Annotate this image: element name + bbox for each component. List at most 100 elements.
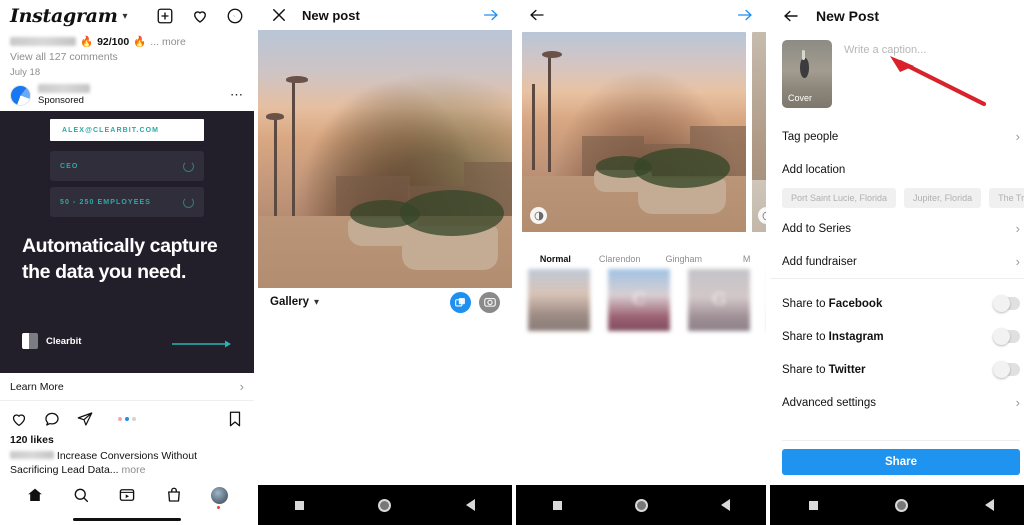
circle-icon-4[interactable] bbox=[894, 498, 908, 512]
location-chip-2[interactable]: Jupiter, Florida bbox=[904, 188, 982, 208]
share-prefix-ig: Share to bbox=[782, 330, 829, 343]
share-prefix-fb: Share to bbox=[782, 297, 829, 310]
square-icon[interactable] bbox=[295, 500, 305, 510]
advertiser-avatar[interactable] bbox=[10, 84, 31, 106]
square-icon-3[interactable] bbox=[552, 500, 562, 510]
chevron-right-icon-series: › bbox=[1015, 221, 1020, 236]
photo-carousel[interactable] bbox=[516, 30, 766, 242]
new-post-details-header: New Post bbox=[770, 0, 1024, 32]
toggle-instagram[interactable] bbox=[993, 328, 1020, 345]
advanced-settings-label: Advanced settings bbox=[782, 396, 876, 409]
back-triangle-icon[interactable] bbox=[465, 499, 475, 511]
chevron-right-icon: › bbox=[239, 379, 244, 394]
circle-icon-3[interactable] bbox=[634, 498, 648, 512]
panel-instagram-feed: Instagram ▾ 🔥 92/100 🔥 ... more View all… bbox=[0, 0, 254, 525]
row-add-fundraiser[interactable]: Add fundraiser › bbox=[770, 245, 1024, 278]
chevron-down-icon-gallery[interactable]: ▾ bbox=[314, 297, 319, 308]
more-options-icon[interactable]: ⋯ bbox=[230, 88, 244, 101]
search-icon[interactable] bbox=[72, 486, 90, 504]
heart-icon[interactable] bbox=[191, 7, 209, 25]
filter-badge-icon[interactable] bbox=[530, 207, 547, 224]
share-paperplane-icon[interactable] bbox=[76, 410, 94, 428]
row-add-location[interactable]: Add location bbox=[770, 153, 1024, 186]
home-indicator bbox=[73, 517, 181, 521]
gallery-label[interactable]: Gallery bbox=[270, 296, 309, 308]
location-chip-3[interactable]: The Treasure C bbox=[989, 188, 1024, 208]
row-advanced-settings[interactable]: Advanced settings › bbox=[770, 386, 1024, 419]
toggle-twitter[interactable] bbox=[993, 361, 1020, 378]
chevron-down-icon[interactable]: ▾ bbox=[123, 11, 128, 22]
row-share-twitter[interactable]: Share to Twitter bbox=[770, 353, 1024, 386]
view-comments-link[interactable]: View all 127 comments bbox=[10, 51, 244, 63]
comment-icon[interactable] bbox=[43, 410, 61, 428]
ad-arrow-icon bbox=[172, 340, 231, 348]
ad-creative[interactable]: ALEX@CLEARBIT.COM CEO 50 - 250 EMPLOYEES… bbox=[0, 111, 254, 373]
arrow-right-icon[interactable] bbox=[482, 6, 500, 24]
filter-thumb-clarendon[interactable]: C bbox=[608, 269, 670, 331]
blurred-username bbox=[10, 37, 76, 46]
messenger-icon[interactable] bbox=[226, 7, 244, 25]
filter-label-normal[interactable]: Normal bbox=[536, 254, 575, 264]
caption-row: Cover Write a caption... bbox=[770, 32, 1024, 108]
caption-more[interactable]: more bbox=[121, 464, 145, 476]
shop-icon[interactable] bbox=[165, 486, 183, 504]
back-triangle-icon-4[interactable] bbox=[984, 499, 994, 511]
filter-label-moon[interactable]: M bbox=[727, 254, 766, 264]
selected-photo[interactable] bbox=[258, 30, 512, 288]
instagram-header: Instagram ▾ bbox=[0, 0, 254, 32]
arrow-left-icon[interactable] bbox=[528, 6, 546, 24]
filter-thumb-normal[interactable] bbox=[528, 269, 590, 331]
panel-new-post-picker: New post Gallery ▾ bbox=[258, 0, 512, 525]
filter-label-gingham[interactable]: Gingham bbox=[664, 254, 703, 264]
toggle-facebook[interactable] bbox=[993, 295, 1020, 312]
bottom-tabbar bbox=[0, 479, 254, 511]
post-meta: 🔥 92/100 🔥 ... more View all 127 comment… bbox=[0, 32, 254, 78]
row-label-add-to-series: Add to Series bbox=[782, 222, 852, 235]
share-button-container: Share bbox=[770, 440, 1024, 485]
profile-avatar[interactable] bbox=[210, 486, 228, 509]
chevron-right-icon-tag: › bbox=[1015, 129, 1020, 144]
learn-more-row[interactable]: Learn More › bbox=[0, 373, 254, 401]
filter-glyph-c: C bbox=[632, 290, 646, 310]
filter-header bbox=[516, 0, 766, 30]
arrow-right-icon-p3[interactable] bbox=[736, 6, 754, 24]
bookmark-icon[interactable] bbox=[226, 410, 244, 428]
reels-icon[interactable] bbox=[118, 486, 136, 504]
caption-more-link[interactable]: ... more bbox=[150, 36, 186, 48]
circle-icon[interactable] bbox=[378, 498, 392, 512]
android-nav-bar-2 bbox=[258, 485, 512, 525]
row-share-facebook[interactable]: Share to Facebook bbox=[770, 287, 1024, 320]
row-label-add-fundraiser: Add fundraiser bbox=[782, 255, 857, 268]
row-add-to-series[interactable]: Add to Series › bbox=[770, 212, 1024, 245]
row-label-add-location: Add location bbox=[782, 163, 846, 176]
cover-thumbnail[interactable]: Cover bbox=[782, 40, 832, 108]
carousel-slide-1[interactable] bbox=[522, 32, 746, 232]
arrow-left-icon-p4[interactable] bbox=[782, 7, 800, 25]
back-triangle-icon-3[interactable] bbox=[720, 499, 730, 511]
new-post-header: New post bbox=[258, 0, 512, 30]
multi-select-icon[interactable] bbox=[450, 291, 471, 313]
filter-thumb-gingham[interactable]: G bbox=[688, 269, 750, 331]
panel-new-post-details: New Post Cover Write a caption... Tag pe… bbox=[770, 0, 1024, 525]
filter-label-clarendon[interactable]: Clarendon bbox=[599, 254, 641, 264]
home-icon[interactable] bbox=[26, 486, 44, 504]
share-instagram-label: Share to Instagram bbox=[782, 331, 884, 343]
chevron-right-icon-fundraiser: › bbox=[1015, 254, 1020, 269]
gallery-bar: Gallery ▾ bbox=[258, 288, 512, 316]
camera-icon[interactable] bbox=[479, 291, 500, 313]
filter-labels: Normal Clarendon Gingham M bbox=[522, 254, 766, 264]
square-icon-4[interactable] bbox=[808, 500, 818, 510]
panel-filter-editor: Normal Clarendon Gingham M C G bbox=[516, 0, 766, 525]
plus-box-icon[interactable] bbox=[156, 7, 174, 25]
chevron-right-icon-advanced: › bbox=[1015, 395, 1020, 410]
share-target-fb: Facebook bbox=[828, 297, 883, 310]
row-tag-people[interactable]: Tag people › bbox=[770, 120, 1024, 153]
like-heart-icon[interactable] bbox=[10, 410, 28, 428]
caption-input[interactable]: Write a caption... bbox=[844, 40, 926, 108]
close-icon[interactable] bbox=[270, 6, 288, 24]
carousel-slide-2[interactable] bbox=[752, 32, 766, 232]
location-chip-1[interactable]: Port Saint Lucie, Florida bbox=[782, 188, 897, 208]
panel4-title: New Post bbox=[816, 8, 880, 24]
row-share-instagram[interactable]: Share to Instagram bbox=[770, 320, 1024, 353]
share-button[interactable]: Share bbox=[782, 449, 1020, 475]
